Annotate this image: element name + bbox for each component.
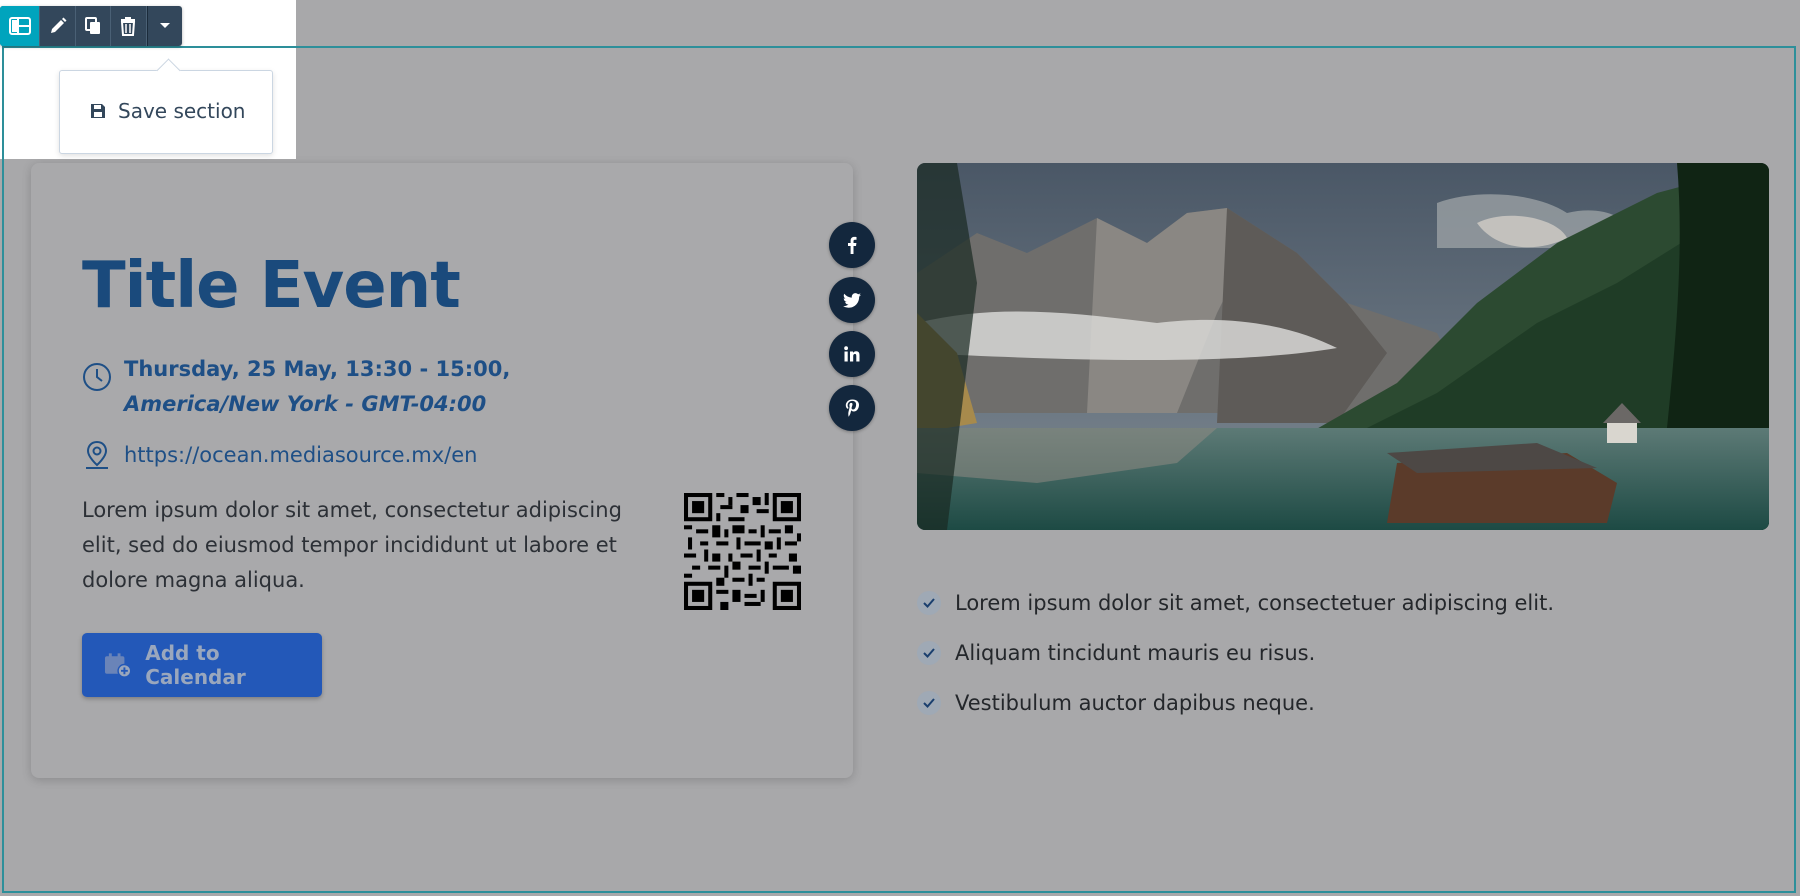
linkedin-share-button[interactable] [829, 331, 875, 377]
delete-button[interactable] [111, 6, 147, 46]
facebook-share-button[interactable] [829, 222, 875, 268]
list-item: Vestibulum auctor dapibus neque. [917, 678, 1554, 728]
event-date-text: Thursday, 25 May, 13:30 - 15:00, America… [124, 352, 510, 422]
list-item-text: Aliquam tincidunt mauris eu risus. [955, 641, 1316, 665]
check-icon [917, 641, 941, 665]
more-options-button[interactable] [146, 6, 182, 46]
event-date-row: Thursday, 25 May, 13:30 - 15:00, America… [82, 352, 510, 422]
section-options-dropdown: Save section [59, 70, 273, 154]
list-item: Lorem ipsum dolor sit amet, consectetuer… [917, 578, 1554, 628]
list-item-text: Vestibulum auctor dapibus neque. [955, 691, 1315, 715]
list-item: Aliquam tincidunt mauris eu risus. [917, 628, 1554, 678]
list-item-text: Lorem ipsum dolor sit amet, consectetuer… [955, 591, 1555, 615]
floppy-disk-icon [91, 104, 105, 118]
section-toolbar [0, 6, 182, 46]
event-title: Title Event [82, 249, 461, 323]
location-pin-icon [86, 440, 108, 469]
linkedin-icon [844, 346, 860, 362]
event-description: Lorem ipsum dolor sit amet, consectetur … [82, 498, 622, 592]
edit-button[interactable] [40, 6, 76, 46]
check-icon [917, 691, 941, 715]
feature-checklist: Lorem ipsum dolor sit amet, consectetuer… [917, 578, 1554, 728]
check-icon [917, 591, 941, 615]
save-section-label: Save section [118, 99, 246, 123]
event-url-link[interactable]: https://ocean.mediasource.mx/en [124, 443, 477, 467]
clone-icon [84, 17, 100, 34]
clock-icon [83, 363, 111, 391]
add-to-calendar-label: Add to Calendar [145, 641, 246, 689]
event-date: Thursday, 25 May, 13:30 - 15:00, [124, 357, 511, 381]
pinterest-icon [845, 399, 859, 417]
twitter-share-button[interactable] [829, 277, 875, 323]
mountain-lake-photo [917, 163, 1769, 530]
layout-icon [8, 17, 31, 35]
twitter-icon [843, 292, 861, 308]
add-to-calendar-button[interactable]: Add to Calendar [82, 633, 322, 697]
facebook-icon [848, 236, 857, 254]
trash-icon [121, 16, 136, 36]
layout-button[interactable] [0, 6, 41, 46]
caret-down-icon [159, 23, 170, 28]
pinterest-share-button[interactable] [829, 385, 875, 431]
save-section-item[interactable]: Save section [90, 99, 245, 123]
calendar-add-icon [104, 653, 132, 678]
event-card: Title Event Thursday, 25 May, 13:30 - 15… [31, 163, 853, 778]
event-timezone: America/New York - GMT-04:00 [124, 392, 487, 416]
pencil-icon [50, 17, 67, 33]
event-location-row: https://ocean.mediasource.mx/en [82, 439, 477, 471]
qr-code [684, 493, 801, 610]
clone-button[interactable] [76, 6, 112, 46]
